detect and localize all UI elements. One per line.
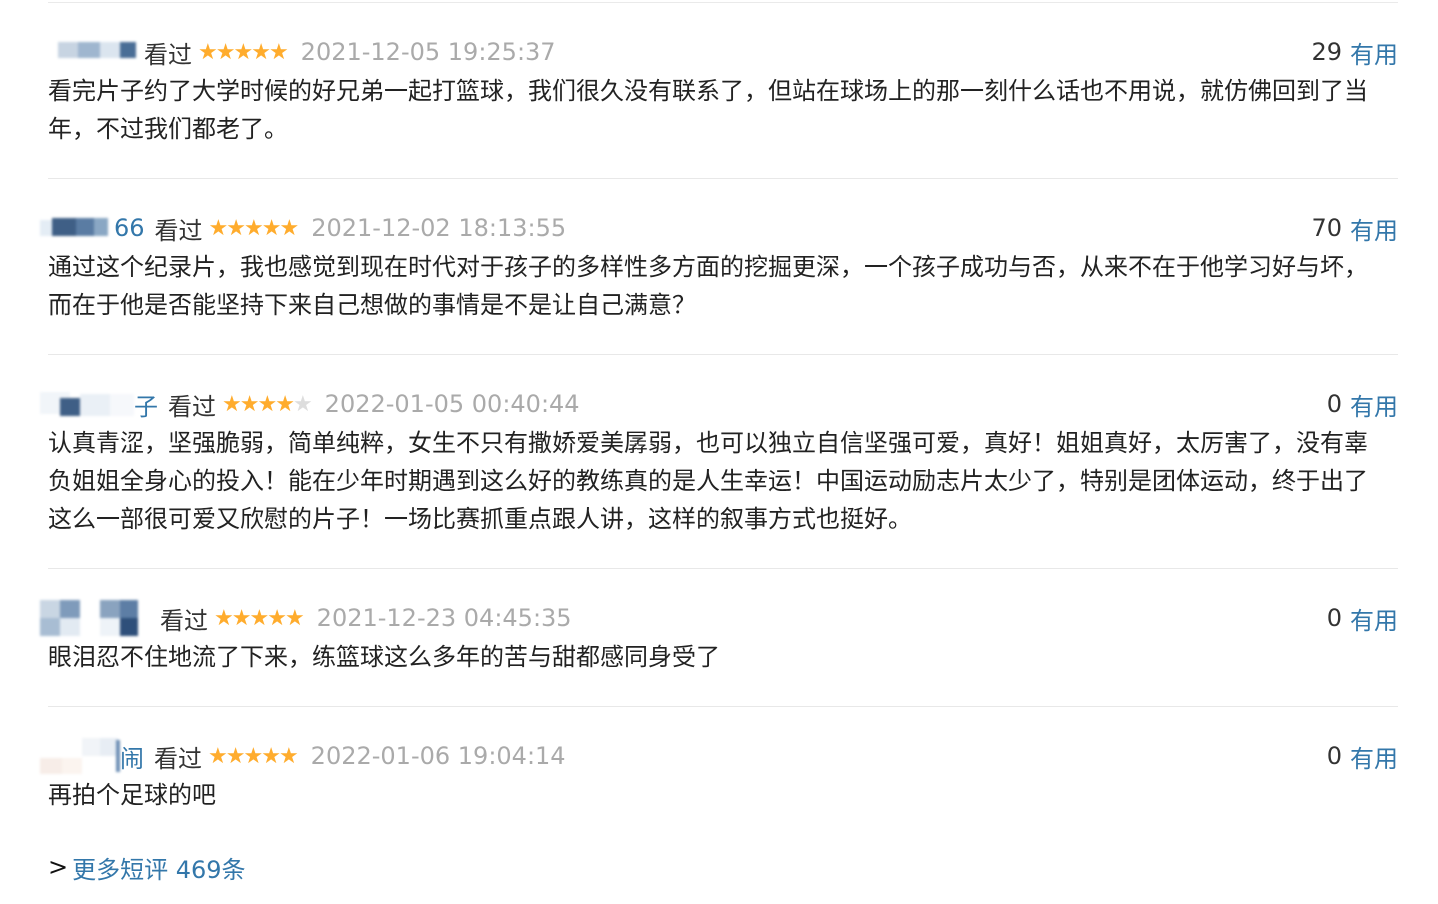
- useful-button[interactable]: 有用: [1350, 211, 1398, 246]
- watched-label: 看过: [154, 744, 202, 773]
- star-rating: ★ ★ ★ ★ ★: [198, 39, 289, 65]
- comment-divider: [48, 354, 1398, 355]
- star-filled-icon: ★: [231, 605, 252, 631]
- short-comments-section: 看过 ★ ★ ★ ★ ★ 2021-12-05 19:25:37 29 有用 看完片子约…: [0, 0, 1438, 904]
- comment-text: 看完片子约了大学时候的好兄弟一起打篮球，我们很久没有联系了，但站在球场上的那一刻…: [48, 77, 1368, 143]
- star-filled-icon: ★: [208, 743, 228, 769]
- star-filled-icon: ★: [198, 39, 218, 65]
- comment-time: 2022-01-06 19:04:14: [310, 742, 566, 770]
- blurred-username: [40, 736, 122, 776]
- watched-label: 看过: [144, 40, 192, 69]
- comment-meta-left: 看过 ★ ★ ★ ★ ★ 2021-12-05 19:25:37: [134, 32, 556, 72]
- useful-button[interactable]: 有用: [1350, 35, 1398, 70]
- comment-divider: [48, 706, 1398, 707]
- comment-time: 2021-12-05 19:25:37: [300, 38, 556, 66]
- star-filled-icon: ★: [244, 215, 264, 241]
- star-filled-icon: ★: [239, 391, 260, 417]
- comment-divider: [48, 178, 1398, 179]
- comment-meta-left: 66 看过 ★ ★ ★ ★ ★ 2021-12-02 18:13:55: [114, 208, 566, 248]
- comment-item: 看过 ★ ★ ★ ★ ★ 2021-12-05 19:25:37 29 有用 看完片子约…: [48, 32, 1398, 179]
- username-link[interactable]: 闹: [120, 739, 144, 774]
- comment-time: 2021-12-02 18:13:55: [311, 214, 567, 242]
- comment-votes: 70 有用: [1311, 208, 1398, 248]
- comment-text: 认真青涩，坚强脆弱，简单纯粹，女生不只有撒娇爱美孱弱，也可以独立自信坚强可爱，真…: [48, 429, 1368, 533]
- star-filled-icon: ★: [208, 215, 229, 241]
- star-filled-icon: ★: [267, 605, 287, 631]
- blurred-username: [40, 598, 138, 638]
- comment-votes: 0 有用: [1327, 598, 1398, 638]
- star-filled-icon: ★: [279, 215, 299, 241]
- blurred-username: [40, 388, 136, 418]
- star-filled-icon: ★: [243, 743, 263, 769]
- vote-count: 0: [1326, 604, 1342, 632]
- comment-divider: [48, 568, 1398, 569]
- comment-text: 再拍个足球的吧: [48, 781, 216, 809]
- star-filled-icon: ★: [284, 605, 305, 631]
- comment-time: 2022-01-05 00:40:44: [324, 390, 580, 418]
- vote-count: 70: [1311, 214, 1342, 242]
- star-filled-icon: ★: [261, 215, 282, 241]
- more-arrow: >: [48, 853, 69, 881]
- comment-meta: 闹 看过 ★ ★ ★ ★ ★ 2022-01-06 19:04:14 0 有用: [40, 736, 1398, 776]
- watched-label: 看过: [154, 216, 203, 245]
- comment-item: 看过 ★ ★ ★ ★ ★ 2021-12-23 04:45:35 0 有用 眼泪忍不住地…: [40, 598, 1398, 707]
- vote-count: 29: [1311, 38, 1342, 66]
- comment-meta-left: 子 看过 ★ ★ ★ ★ ★ 2022-01-05 00:40:44: [134, 384, 580, 424]
- star-filled-icon: ★: [249, 605, 269, 631]
- blurred-username: [40, 212, 114, 242]
- useful-button[interactable]: 有用: [1350, 387, 1398, 422]
- star-filled-icon: ★: [251, 39, 271, 65]
- star-rating: ★ ★ ★ ★ ★: [208, 743, 299, 769]
- star-filled-icon: ★: [275, 391, 295, 417]
- star-filled-icon: ★: [278, 743, 299, 769]
- comment-meta: 看过 ★ ★ ★ ★ ★ 2021-12-23 04:45:35 0 有用: [40, 598, 1398, 638]
- useful-button[interactable]: 有用: [1350, 601, 1398, 636]
- star-filled-icon: ★: [215, 39, 236, 65]
- more-comments-link[interactable]: 更多短评 469条: [72, 850, 245, 885]
- comment-text: 眼泪忍不住地流了下来，练篮球这么多年的苦与甜都感同身受了: [48, 643, 720, 671]
- comment-votes: 29 有用: [1311, 32, 1398, 72]
- comment-time: 2021-12-23 04:45:35: [316, 604, 572, 632]
- username-link[interactable]: 66: [114, 214, 145, 242]
- star-rating: ★ ★ ★ ★ ★: [222, 391, 313, 417]
- comment-meta-left: 看过 ★ ★ ★ ★ ★ 2021-12-23 04:45:35: [150, 598, 572, 638]
- vote-count: 0: [1326, 742, 1342, 770]
- star-filled-icon: ★: [257, 391, 277, 417]
- star-filled-icon: ★: [226, 215, 246, 241]
- star-filled-icon: ★: [261, 743, 281, 769]
- star-filled-icon: ★: [268, 39, 289, 65]
- top-divider: [48, 2, 1398, 3]
- more-comments: > 更多短评 469条: [48, 848, 246, 886]
- comment-votes: 0 有用: [1327, 384, 1398, 424]
- watched-label: 看过: [160, 606, 208, 635]
- star-filled-icon: ★: [214, 605, 234, 631]
- comment-meta: 66 看过 ★ ★ ★ ★ ★ 2021-12-02 18:13:55 70 有用: [40, 208, 1398, 248]
- username-link[interactable]: 子: [134, 387, 158, 422]
- comment-item: 闹 看过 ★ ★ ★ ★ ★ 2022-01-06 19:04:14 0 有用 再拍个足…: [40, 736, 1398, 814]
- star-filled-icon: ★: [225, 743, 246, 769]
- star-filled-icon: ★: [233, 39, 253, 65]
- star-rating: ★ ★ ★ ★ ★: [208, 215, 300, 241]
- vote-count: 0: [1326, 390, 1342, 418]
- comment-votes: 0 有用: [1327, 736, 1398, 776]
- star-filled-icon: ★: [222, 391, 242, 417]
- comment-meta: 看过 ★ ★ ★ ★ ★ 2021-12-05 19:25:37 29 有用: [48, 32, 1398, 72]
- comment-text: 通过这个纪录片，我也感觉到现在时代对于孩子的多样性多方面的挖掘更深，一个孩子成功…: [48, 253, 1368, 319]
- star-rating: ★ ★ ★ ★ ★: [214, 605, 305, 631]
- comment-item: 66 看过 ★ ★ ★ ★ ★ 2021-12-02 18:13:55 70 有用 通过…: [40, 208, 1398, 355]
- comment-meta: 子 看过 ★ ★ ★ ★ ★ 2022-01-05 00:40:44 0 有用: [40, 384, 1398, 424]
- comment-item: 子 看过 ★ ★ ★ ★ ★ 2022-01-05 00:40:44 0 有用 认真青涩…: [40, 384, 1398, 569]
- comment-meta-left: 闹 看过 ★ ★ ★ ★ ★ 2022-01-06 19:04:14: [120, 736, 566, 776]
- star-empty-icon: ★: [292, 391, 313, 417]
- useful-button[interactable]: 有用: [1350, 739, 1398, 774]
- watched-label: 看过: [168, 392, 216, 421]
- blurred-username: [58, 36, 138, 66]
